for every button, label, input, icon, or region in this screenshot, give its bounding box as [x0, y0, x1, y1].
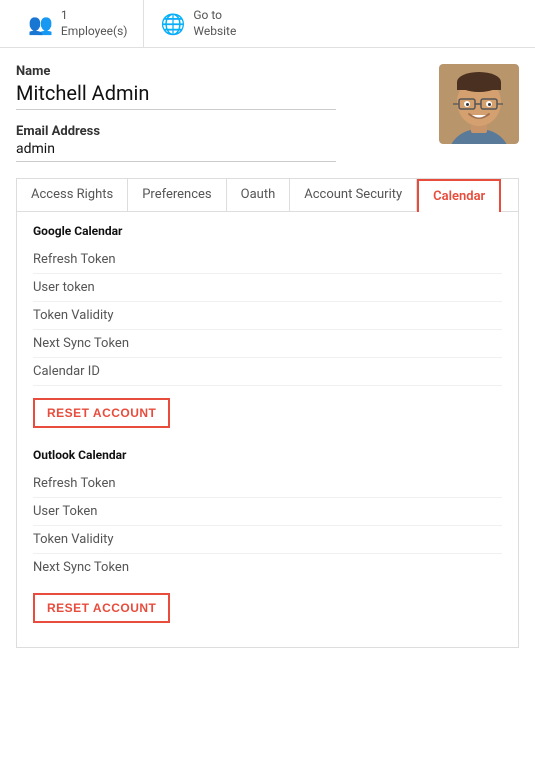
outlook-reset-account-button[interactable]: RESET ACCOUNT: [33, 593, 170, 623]
tabs: Access Rights Preferences Oauth Account …: [16, 178, 519, 211]
google-reset-account-button[interactable]: RESET ACCOUNT: [33, 398, 170, 428]
email-label: Email Address: [16, 124, 439, 139]
employees-button[interactable]: 👥 1 Employee(s): [12, 0, 144, 47]
employee-count: 1: [61, 8, 128, 24]
tab-preferences[interactable]: Preferences: [128, 179, 226, 211]
google-calendar-title: Google Calendar: [33, 224, 502, 238]
outlook-token-validity-field: Token Validity: [33, 526, 502, 554]
tab-oauth[interactable]: Oauth: [227, 179, 291, 211]
outlook-calendar-title: Outlook Calendar: [33, 448, 502, 462]
tab-calendar[interactable]: Calendar: [417, 179, 501, 212]
tab-access-rights[interactable]: Access Rights: [17, 179, 128, 211]
name-label: Name: [16, 64, 439, 79]
profile-info: Name Mitchell Admin Email Address admin: [16, 64, 439, 162]
website-icon: 🌐: [160, 12, 185, 36]
website-label: Go toWebsite: [193, 8, 236, 39]
outlook-next-sync-token-field: Next Sync Token: [33, 554, 502, 581]
outlook-refresh-token-field: Refresh Token: [33, 470, 502, 498]
goto-website-button[interactable]: 🌐 Go toWebsite: [144, 0, 252, 47]
google-refresh-token-field: Refresh Token: [33, 246, 502, 274]
google-token-validity-field: Token Validity: [33, 302, 502, 330]
email-value: admin: [16, 141, 336, 162]
top-bar: 👥 1 Employee(s) 🌐 Go toWebsite: [0, 0, 535, 48]
profile-section: Name Mitchell Admin Email Address admin: [16, 64, 519, 162]
main-content: Name Mitchell Admin Email Address admin: [0, 48, 535, 648]
tab-account-security[interactable]: Account Security: [290, 179, 417, 211]
employees-icon: 👥: [28, 12, 53, 36]
calendar-tab-content: Google Calendar Refresh Token User token…: [16, 211, 519, 648]
google-next-sync-token-field: Next Sync Token: [33, 330, 502, 358]
outlook-user-token-field: User Token: [33, 498, 502, 526]
employee-label: Employee(s): [61, 24, 128, 40]
google-calendar-id-field: Calendar ID: [33, 358, 502, 386]
google-user-token-field: User token: [33, 274, 502, 302]
avatar: [439, 64, 519, 144]
name-value: Mitchell Admin: [16, 81, 336, 110]
